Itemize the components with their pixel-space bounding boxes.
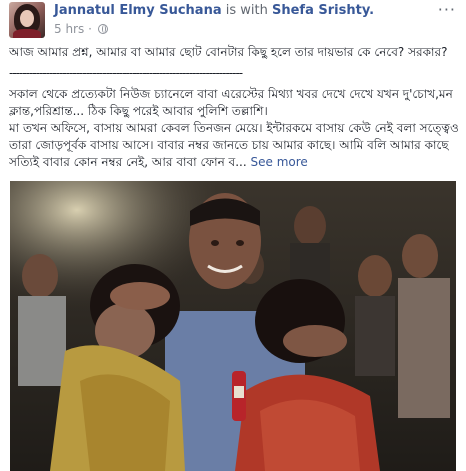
with-text: is with [225, 3, 268, 18]
post-line: তারা জোড়পূর্বক বাসায় আসে। বাবার নম্বর … [9, 138, 449, 152]
post-paragraph-question: আজ আমার প্রশ্ন, আমার বা আমার ছোট বোনটার … [9, 45, 448, 59]
post-body: আজ আমার প্রশ্ন, আমার বা আমার ছোট বোনটার … [9, 44, 459, 171]
post-line-truncated: সত্যিই বাবার কোন নম্বর নেই, আর বাবা ফোন … [9, 155, 308, 169]
post-header: Jannatul Elmy Suchana is with Shefa Sris… [0, 0, 466, 44]
author-avatar[interactable] [9, 2, 45, 38]
post-photo[interactable] [10, 181, 456, 471]
author-name-link[interactable]: Jannatul Elmy Suchana [54, 3, 222, 18]
post-line: সকাল থেকে প্রত্যেকটা নিউজ চ্যানেলে বাবা … [9, 87, 453, 101]
post-attribution: Jannatul Elmy Suchana is with Shefa Sris… [54, 3, 374, 18]
post-timestamp-row: 5 hrs · [54, 22, 108, 36]
post-time-link[interactable]: 5 hrs [54, 22, 84, 36]
tagged-user-link[interactable]: Shefa Srishty. [272, 3, 374, 18]
post-line: মা তখন অফিসে, বাসায় আমরা কেবল তিনজন মেয… [9, 121, 459, 135]
separator-line: ----------------------------------------… [9, 66, 243, 80]
more-options-icon[interactable]: ··· [438, 0, 456, 19]
post-line: ক্লান্ত,পরিশ্রান্ত... ঠিক কিছু পরেই আবার… [9, 104, 268, 118]
see-more-link[interactable]: See more [251, 155, 308, 169]
globe-icon [97, 24, 108, 34]
